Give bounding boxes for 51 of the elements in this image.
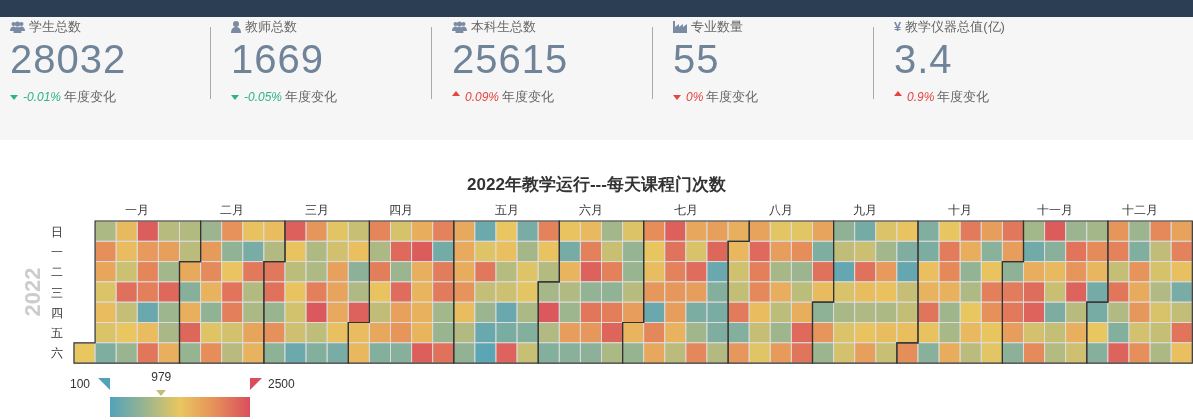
weekday-label: 五 xyxy=(51,326,63,341)
change-label: 年度变化 xyxy=(937,88,990,106)
weekday-label: 二 xyxy=(51,265,63,280)
pointer-icon[interactable] xyxy=(156,390,167,396)
legend-min-label: 100 xyxy=(70,376,91,393)
month-label: 五月 xyxy=(494,203,519,217)
users-icon xyxy=(452,21,467,33)
stat-value: 25615 xyxy=(452,37,570,81)
change-label: 年度变化 xyxy=(502,88,555,106)
change-percent: 0% xyxy=(686,88,704,106)
max-handle-icon xyxy=(250,378,262,390)
stat-value: 1669 xyxy=(231,37,325,81)
month-label: 六月 xyxy=(578,203,603,217)
month-label: 十月 xyxy=(948,203,973,217)
yen-icon: ¥ xyxy=(894,17,902,37)
month-label: 七月 xyxy=(673,203,698,217)
stat-label: 教师总数 xyxy=(245,18,297,37)
users-icon xyxy=(10,21,25,33)
weekday-label: 一 xyxy=(51,244,63,259)
legend-max-label: 2500 xyxy=(268,376,295,393)
change-percent: 0.09% xyxy=(465,88,500,106)
change-label: 年度变化 xyxy=(706,88,759,106)
change-label: 年度变化 xyxy=(64,88,117,106)
change-label: 年度变化 xyxy=(285,88,338,106)
month-label: 四月 xyxy=(389,203,414,217)
chart-title: 2022年教学运行---每天课程门次数 xyxy=(467,175,726,195)
change-percent: 0.9% xyxy=(907,88,935,106)
change-percent: -0.01% xyxy=(23,88,62,106)
stat-value: 3.4 xyxy=(894,37,954,81)
month-label: 八月 xyxy=(768,203,793,217)
user-icon xyxy=(231,21,241,33)
stat-label: 专业数量 xyxy=(691,18,743,37)
pointer-value: 979 xyxy=(151,370,172,384)
stat-label: 学生总数 xyxy=(29,18,81,37)
month-label: 三月 xyxy=(304,203,329,217)
change-percent: -0.05% xyxy=(244,88,283,106)
month-label: 二月 xyxy=(220,203,245,217)
min-handle-icon xyxy=(98,378,110,390)
weekday-label: 四 xyxy=(51,305,63,320)
month-label: 一月 xyxy=(125,203,150,217)
factory-chart-icon xyxy=(673,21,687,33)
stat-label: 教学仪器总值(亿) xyxy=(905,18,1005,37)
stat-value: 55 xyxy=(673,37,721,81)
month-label: 十二月 xyxy=(1121,203,1158,217)
weekday-label: 六 xyxy=(51,346,63,361)
month-label: 十一月 xyxy=(1037,203,1074,217)
stat-value: 28032 xyxy=(10,37,128,81)
month-label: 九月 xyxy=(853,203,878,217)
weekday-label: 三 xyxy=(51,285,63,300)
weekday-label: 日 xyxy=(51,224,63,239)
stat-label: 本科生总数 xyxy=(471,18,536,37)
